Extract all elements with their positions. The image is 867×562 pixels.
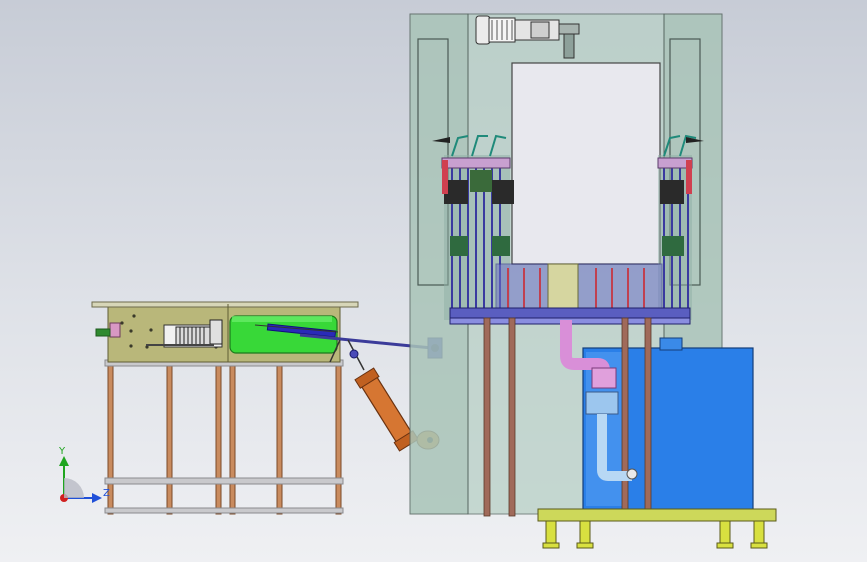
machine-assembly-model[interactable]: Y Z bbox=[0, 0, 867, 562]
orange-cylinder bbox=[354, 367, 419, 452]
conveyor-top-rail bbox=[91, 301, 359, 308]
green-tank bbox=[229, 315, 339, 354]
deck-handle bbox=[95, 328, 111, 337]
coordinate-triad: Y Z bbox=[58, 446, 110, 503]
base-frame bbox=[537, 508, 777, 549]
conveyor-legs bbox=[107, 361, 342, 515]
y-axis-label: Y bbox=[58, 446, 66, 457]
deck-bracket bbox=[109, 322, 121, 338]
conveyor-unit[interactable] bbox=[91, 301, 443, 515]
cad-viewport[interactable]: Y Z bbox=[0, 0, 867, 562]
conveyor-crossbars bbox=[104, 359, 344, 514]
z-axis-label: Z bbox=[103, 488, 110, 499]
center-panel bbox=[511, 62, 661, 265]
